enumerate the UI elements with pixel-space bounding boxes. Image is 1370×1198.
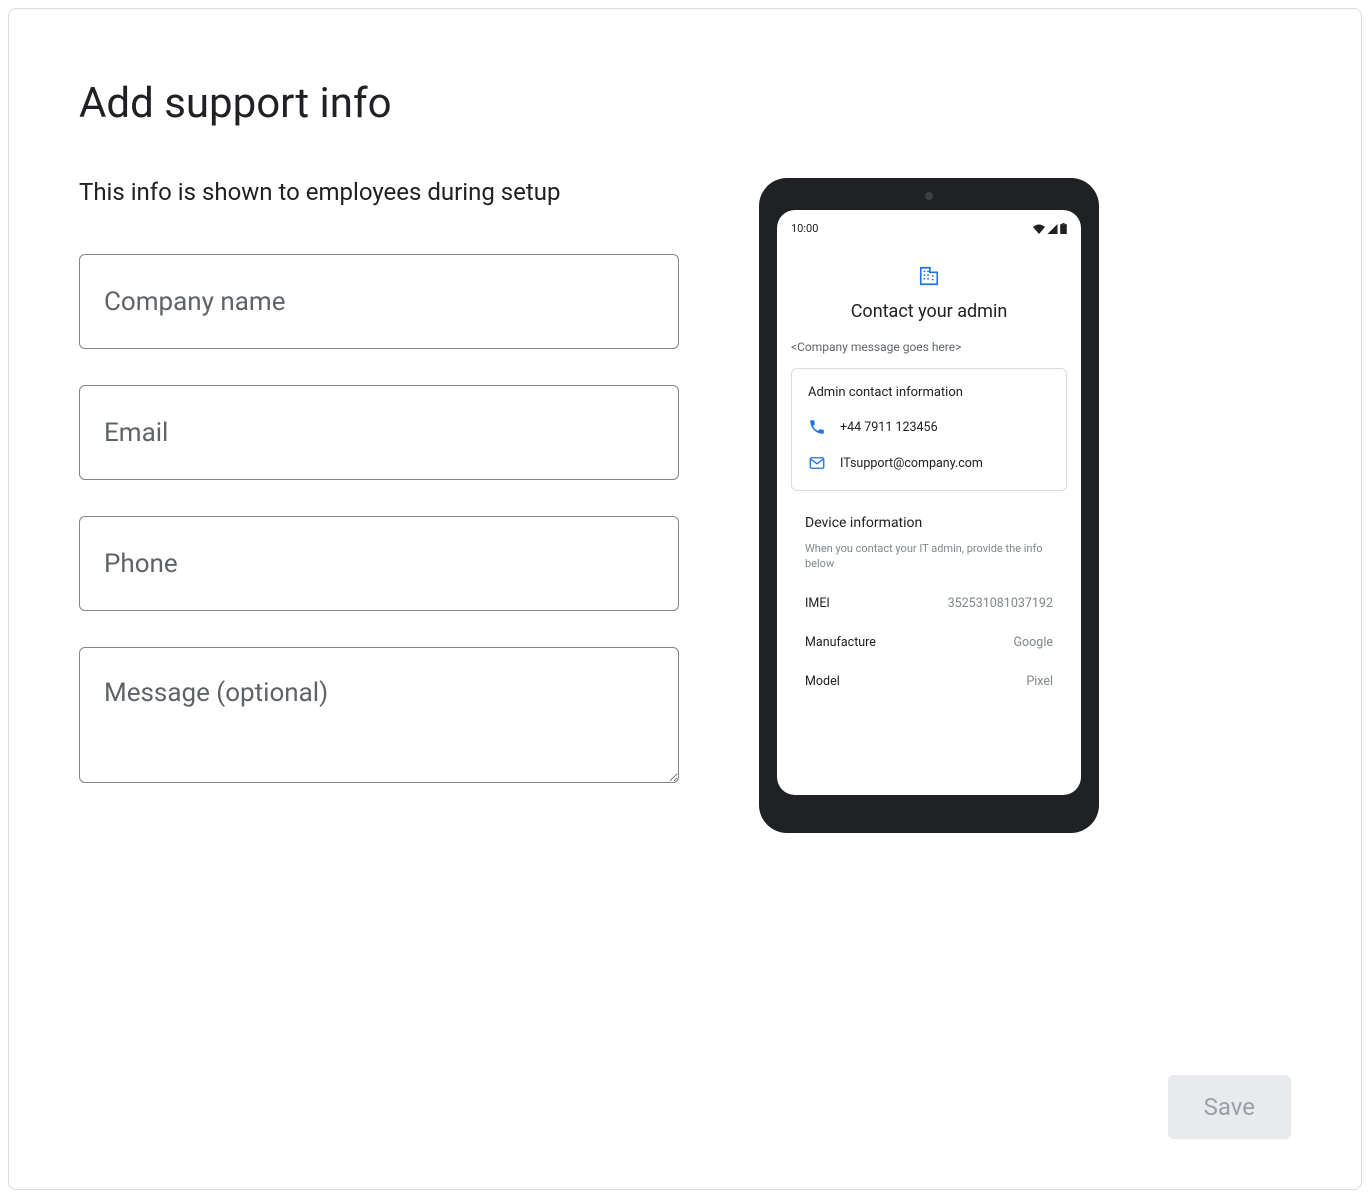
contact-row-phone: +44 7911 123456 xyxy=(808,418,1050,436)
device-value: Google xyxy=(1014,635,1053,650)
message-textarea[interactable] xyxy=(79,647,679,783)
company-name-input[interactable] xyxy=(79,254,679,349)
phone-frame: 10:00 xyxy=(759,178,1099,833)
page-title: Add support info xyxy=(79,79,1291,128)
preview-heading: Contact your admin xyxy=(791,301,1067,322)
support-info-card: Add support info This info is shown to e… xyxy=(8,8,1362,1190)
device-label: Manufacture xyxy=(805,635,876,650)
content-row: This info is shown to employees during s… xyxy=(79,178,1291,833)
wifi-icon xyxy=(1033,224,1045,234)
preview-message-placeholder: <Company message goes here> xyxy=(791,340,1067,354)
phone-input[interactable] xyxy=(79,516,679,611)
form-column: This info is shown to employees during s… xyxy=(79,178,679,833)
signal-icon xyxy=(1047,224,1058,234)
phone-camera-icon xyxy=(925,192,933,200)
device-value: 352531081037192 xyxy=(948,596,1053,611)
contact-row-email: ITsupport@company.com xyxy=(808,454,1050,472)
phone-screen: 10:00 xyxy=(777,210,1081,795)
device-row: Manufacture Google xyxy=(791,635,1067,650)
phone-icon xyxy=(808,418,826,436)
admin-contact-box: Admin contact information +44 7911 12345… xyxy=(791,368,1067,491)
contact-phone-value: +44 7911 123456 xyxy=(840,420,938,435)
mail-icon xyxy=(808,454,826,472)
device-value: Pixel xyxy=(1026,674,1053,689)
device-info-subtitle: When you contact your IT admin, provide … xyxy=(791,541,1067,572)
email-input[interactable] xyxy=(79,385,679,480)
building-icon xyxy=(791,265,1067,287)
device-row: Model Pixel xyxy=(791,674,1067,689)
status-bar: 10:00 xyxy=(791,222,1067,235)
device-label: IMEI xyxy=(805,596,830,611)
status-time: 10:00 xyxy=(791,222,818,235)
status-icons-group xyxy=(1033,223,1067,234)
device-row: IMEI 352531081037192 xyxy=(791,596,1067,611)
admin-box-title: Admin contact information xyxy=(808,385,1050,400)
preview-column: 10:00 xyxy=(759,178,1099,833)
save-button[interactable]: Save xyxy=(1168,1075,1291,1139)
battery-icon xyxy=(1060,223,1067,234)
device-info-title: Device information xyxy=(791,515,1067,531)
contact-email-value: ITsupport@company.com xyxy=(840,456,983,471)
page-subtitle: This info is shown to employees during s… xyxy=(79,178,679,206)
device-label: Model xyxy=(805,674,840,689)
